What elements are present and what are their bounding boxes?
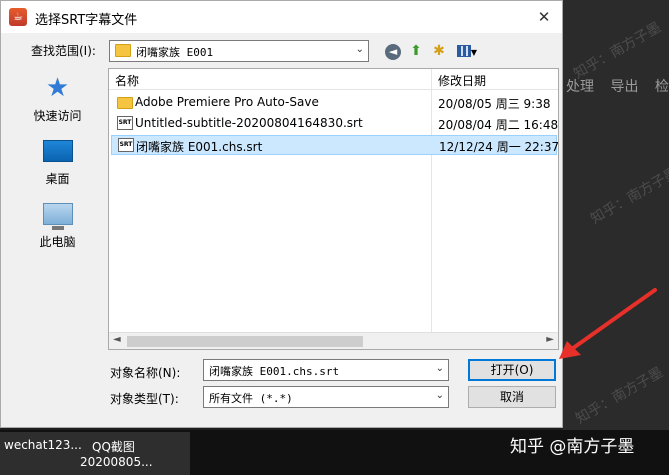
column-name[interactable]: 名称 <box>115 72 139 89</box>
chevron-down-icon: ⌄ <box>435 363 444 374</box>
file-row[interactable]: SRT Untitled-subtitle-20200804164830.srt… <box>111 114 559 134</box>
chevron-down-icon: ⌄ <box>435 390 444 401</box>
back-button[interactable]: ◄ <box>383 41 403 61</box>
dialog-title: 选择SRT字幕文件 <box>35 13 138 28</box>
srt-file-icon: SRT <box>117 116 133 130</box>
open-button[interactable]: 打开(O) <box>468 359 556 381</box>
place-desktop[interactable]: 桌面 <box>10 135 105 187</box>
up-folder-icon: ⬆ <box>410 43 422 59</box>
column-header: 名称 ⌃ 修改日期 <box>109 69 558 90</box>
file-row[interactable]: Adobe Premiere Pro Auto-Save 20/08/05 周三… <box>111 93 557 113</box>
back-arrow-icon: ◄ <box>385 44 401 60</box>
view-menu-button[interactable]: ▼ <box>453 41 481 61</box>
filename-input[interactable]: 闭嘴家族 E001.chs.srt ⌄ <box>203 359 449 381</box>
place-label: 桌面 <box>45 172 70 186</box>
taskbar-label-wechat: wechat123... <box>4 438 82 452</box>
folder-icon <box>115 44 131 57</box>
file-row-selected[interactable]: SRT 闭嘴家族 E001.chs.srt 12/12/24 周一 22:37 <box>111 135 559 155</box>
horizontal-scrollbar[interactable]: ◄ ► <box>109 332 558 349</box>
file-chooser-dialog: ☕ 选择SRT字幕文件 ✕ 查找范围(I): 闭嘴家族 E001 ⌄ ◄ ⬆ ✱… <box>0 0 563 428</box>
place-this-pc[interactable]: 此电脑 <box>10 198 105 250</box>
place-quick-access[interactable]: ★ 快速访问 <box>10 73 105 124</box>
view-grid-icon <box>456 45 471 57</box>
taskbar-label-qq-date: 20200805... <box>80 455 153 469</box>
arrow-shaft <box>567 288 657 353</box>
file-date: 20/08/05 周三 9:38 <box>438 97 551 111</box>
scroll-right-icon[interactable]: ► <box>546 334 554 345</box>
filename-value: 闭嘴家族 E001.chs.srt <box>209 365 340 378</box>
chevron-down-icon: ▼ <box>470 48 478 57</box>
look-in-label: 查找范围(I): <box>31 44 96 58</box>
srt-file-icon: SRT <box>118 138 134 152</box>
quick-access-star-icon: ★ <box>45 73 70 103</box>
file-name: Adobe Premiere Pro Auto-Save <box>135 95 319 109</box>
this-pc-icon <box>42 203 73 230</box>
folder-icon <box>117 97 133 109</box>
filename-label: 对象名称(N): <box>110 366 181 380</box>
scroll-left-icon[interactable]: ◄ <box>113 334 121 345</box>
place-label: 此电脑 <box>39 235 76 249</box>
file-date: 12/12/24 周一 22:37 <box>439 140 559 154</box>
file-name: Untitled-subtitle-20200804164830.srt <box>135 116 363 130</box>
taskbar-label-qq: QQ截图 <box>92 440 135 454</box>
watermark-bottom: 知乎 @南方子墨 <box>510 437 635 457</box>
up-folder-button[interactable]: ⬆ <box>406 41 426 61</box>
filetype-label: 对象类型(T): <box>110 392 179 406</box>
scroll-thumb[interactable] <box>127 336 363 347</box>
annotation-arrow <box>559 288 657 359</box>
column-date[interactable]: 修改日期 <box>438 72 486 89</box>
places-bar: ★ 快速访问 桌面 此电脑 <box>10 68 105 368</box>
look-in-combo[interactable]: 闭嘴家族 E001 ⌄ <box>109 40 369 62</box>
new-folder-button[interactable]: ✱ <box>429 41 449 61</box>
desktop-icon <box>42 140 73 162</box>
filetype-value: 所有文件 (*.*) <box>209 392 293 405</box>
file-name: 闭嘴家族 E001.chs.srt <box>136 140 263 154</box>
close-button[interactable]: ✕ <box>532 5 556 29</box>
java-app-icon: ☕ <box>9 8 27 26</box>
file-list[interactable]: 名称 ⌃ 修改日期 Adobe Premiere Pro Auto-Save 2… <box>108 68 559 350</box>
menu-export[interactable]: 导出 <box>610 79 638 95</box>
place-label: 快速访问 <box>33 109 82 123</box>
sort-ascending-icon: ⌃ <box>265 68 273 75</box>
look-in-value: 闭嘴家族 E001 <box>136 46 214 59</box>
filetype-select[interactable]: 所有文件 (*.*) ⌄ <box>203 386 449 408</box>
cancel-button[interactable]: 取消 <box>468 386 556 408</box>
chevron-down-icon: ⌄ <box>355 44 364 55</box>
new-folder-icon: ✱ <box>433 43 445 59</box>
menu-check[interactable]: 检查 <box>655 79 669 95</box>
file-date: 20/08/04 周二 16:48 <box>438 118 559 132</box>
title-bar: ☕ 选择SRT字幕文件 ✕ <box>1 1 562 33</box>
